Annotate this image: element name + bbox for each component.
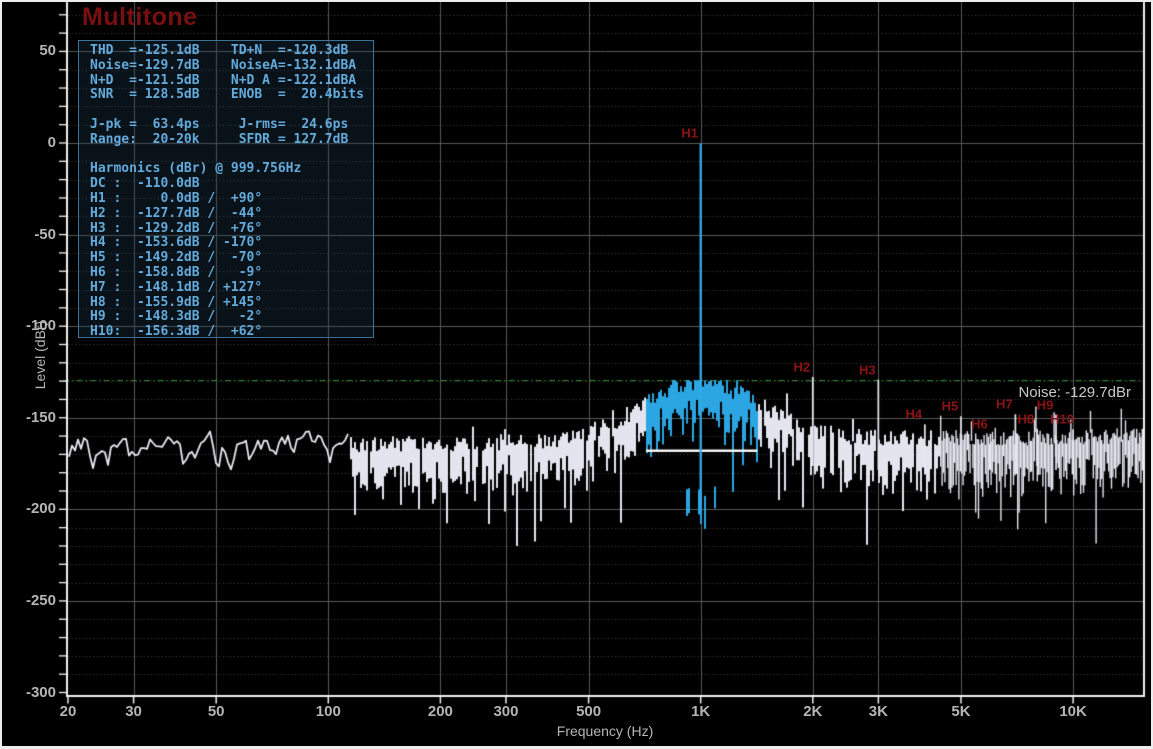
stats-line: N+D =-121.5dB N+D A =-122.1dBA [90,74,373,89]
harmonic-label-h2: H2 [793,359,810,374]
stats-line: H6 : -158.8dB / -9° [90,266,373,281]
x-tick-label: 5K [931,703,991,720]
stats-line: J-pk = 63.4ps J-rms= 24.6ps [90,118,373,133]
harmonic-label-h4: H4 [906,407,923,422]
stats-line: SNR = 128.5dB ENOB = 20.4bits [90,88,373,103]
stats-line: H8 : -155.9dB / +145° [90,296,373,311]
x-tick-label: 20 [38,703,98,720]
x-tick-label: 50 [186,703,246,720]
stats-line: H2 : -127.7dB / -44° [90,207,373,222]
page-title: Multitone [82,3,198,32]
y-axis-title: Level (dBr) [32,295,48,415]
stats-line: THD =-125.1dB TD+N =-120.3dB [90,44,373,59]
y-tick-label: 0 [0,133,56,153]
stats-line: Range: 20-20k SFDR = 127.7dB [90,133,373,148]
stats-line: H3 : -129.2dB / +76° [90,222,373,237]
stats-line: Harmonics (dBr) @ 999.756Hz [90,162,373,177]
stats-line: H7 : -148.1dB / +127° [90,281,373,296]
y-tick-label: 50 [0,41,56,61]
stats-line: H10: -156.3dB / +62° [90,325,373,340]
noise-level-annotation: Noise: -129.7dBr [1018,384,1131,401]
stats-line: DC : -110.0dB [90,177,373,192]
stats-line: H4 : -153.6dB / -170° [90,236,373,251]
harmonic-label-h1: H1 [681,126,698,141]
harmonic-label-h10: H10 [1050,412,1074,427]
y-tick-label: -250 [0,591,56,611]
x-tick-label: 10K [1043,703,1103,720]
x-tick-label: 2K [783,703,843,720]
y-tick-label: -200 [0,499,56,519]
stats-line: H9 : -148.3dB / -2° [90,310,373,325]
x-axis-title: Frequency (Hz) [520,723,690,739]
harmonic-label-h8: H8 [1018,411,1035,426]
x-tick-label: 30 [104,703,164,720]
stats-line: H5 : -149.2dB / -70° [90,251,373,266]
analyzer-window: { "window": { "title": "Multitone" }, "c… [0,0,1153,749]
x-tick-label: 200 [410,703,470,720]
stats-line [90,148,373,163]
x-tick-label: 3K [848,703,908,720]
x-tick-label: 1K [671,703,731,720]
harmonic-label-h5: H5 [942,399,959,414]
harmonic-label-h6: H6 [971,416,988,431]
y-tick-label: -300 [0,683,56,703]
x-tick-label: 500 [559,703,619,720]
x-tick-label: 300 [476,703,536,720]
stats-line: H1 : 0.0dB / +90° [90,192,373,207]
stats-line: Noise=-129.7dB NoiseA=-132.1dBA [90,59,373,74]
x-tick-label: 100 [298,703,358,720]
harmonic-label-h3: H3 [859,362,876,377]
stats-line [90,103,373,118]
measurement-stats-panel[interactable]: THD =-125.1dB TD+N =-120.3dBNoise=-129.7… [78,40,374,338]
y-tick-label: -50 [0,225,56,245]
harmonic-label-h7: H7 [996,397,1013,412]
